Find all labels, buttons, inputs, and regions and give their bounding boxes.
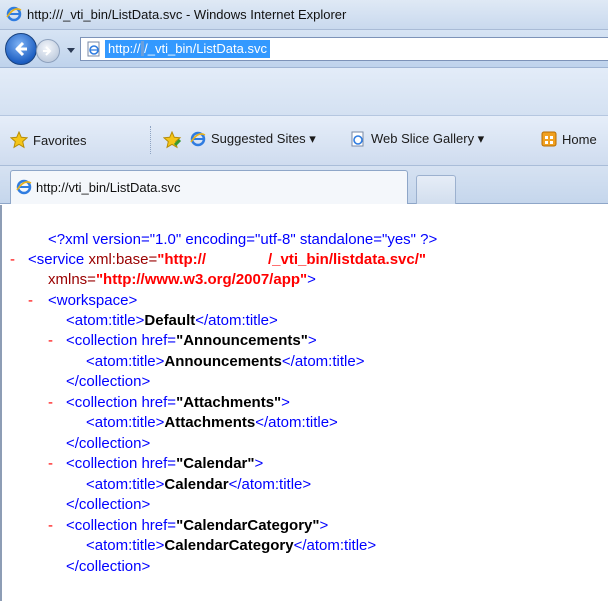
- tab-listdata[interactable]: http:// vti_bin/ListData.svc: [10, 170, 408, 204]
- collection-tag: <collection href=: [66, 393, 177, 411]
- page-icon: [86, 41, 102, 62]
- page-icon: [351, 131, 364, 147]
- collection-title-text: Announcements: [164, 352, 282, 370]
- favorites-bar: Favorites Suggested Sites ▾ Web Slice Ga…: [0, 116, 608, 166]
- xmlns-value: "http://www.w3.org/2007/app": [95, 271, 308, 288]
- collection-href: "Announcements": [176, 332, 308, 349]
- web-slice-gallery-label: Web Slice Gallery ▾: [371, 131, 485, 146]
- recent-pages-dropdown[interactable]: [67, 48, 75, 53]
- tab-title-prefix: http://: [36, 180, 69, 195]
- close-bracket: >: [281, 393, 290, 411]
- close-bracket: >: [319, 516, 329, 534]
- atom-title-open: <atom:title>: [86, 414, 165, 431]
- collection-href: "Calendar": [176, 455, 255, 472]
- service-element: <service xml:base="http:// /_vti_bin/list…: [28, 250, 426, 270]
- collapse-toggle[interactable]: -: [48, 454, 53, 474]
- address-input[interactable]: http:// /_vti_bin/ListData.svc: [105, 40, 270, 58]
- address-bar[interactable]: http:// /_vti_bin/ListData.svc: [80, 37, 608, 61]
- add-favorite-star-icon: [163, 131, 182, 149]
- collection-title: <atom:title>Calendar</atom:title>: [86, 475, 311, 495]
- xml-declaration: <?xml version="1.0" encoding="utf-8" sta…: [48, 231, 438, 248]
- collection-title-text: Attachments: [164, 414, 256, 431]
- atom-title-open: <atom:title>: [86, 475, 165, 493]
- suggested-sites-link[interactable]: Suggested Sites ▾: [190, 131, 316, 147]
- home-link[interactable]: Home: [541, 131, 597, 147]
- close-bracket: >: [254, 455, 264, 472]
- favorites-label: Favorites: [33, 132, 87, 148]
- tab-title-suffix: vti_bin/ListData.svc: [68, 180, 181, 195]
- collection-href: "CalendarCategory": [176, 516, 320, 534]
- window-title-suffix: /_vti_bin/ListData.svc - Windows Interne…: [59, 7, 347, 22]
- home-label: Home: [562, 131, 597, 147]
- collection-close-tag: </collection>: [66, 557, 151, 575]
- workspace-open-tag: <workspace>: [48, 292, 138, 309]
- collection-title: <atom:title>CalendarCategory</atom:title…: [86, 536, 376, 556]
- window-title-prefix: http://: [27, 7, 60, 22]
- favorites-button[interactable]: Favorites: [10, 131, 86, 149]
- separator: [150, 126, 151, 154]
- atom-title-open: <atom:title>: [86, 537, 165, 554]
- web-slice-gallery-link[interactable]: Web Slice Gallery ▾: [350, 131, 484, 147]
- workspace-title-text: Default: [144, 312, 196, 329]
- forward-arrow-icon: [43, 46, 52, 56]
- collection-title: <atom:title>Announcements</atom:title>: [86, 352, 364, 372]
- collection-title-text: CalendarCategory: [164, 537, 294, 554]
- new-tab-button[interactable]: [416, 175, 456, 204]
- suggested-sites-label: Suggested Sites ▾: [211, 131, 316, 146]
- ie-logo-icon: [16, 179, 32, 200]
- tab-title: http:// vti_bin/ListData.svc: [36, 180, 181, 195]
- xml-base-prefix: "http://: [157, 251, 206, 268]
- close-bracket: >: [307, 332, 317, 349]
- forward-button[interactable]: [36, 39, 60, 63]
- workspace-title: <atom:title>Default</atom:title>: [66, 311, 278, 331]
- close-bracket: >: [307, 271, 316, 288]
- atom-title-close: </atom:title>: [228, 475, 312, 493]
- command-bar-area: [0, 68, 608, 116]
- collection-tag: <collection href=: [66, 332, 177, 349]
- collapse-toggle[interactable]: -: [28, 291, 33, 311]
- xml-base-attr: xml:base=: [84, 251, 158, 268]
- home-icon: [541, 131, 557, 147]
- address-suffix: /_vti_bin/ListData.svc: [144, 41, 267, 56]
- collection-close-tag: </collection>: [66, 496, 151, 513]
- xmlns-attr: xmlns=: [48, 271, 96, 288]
- service-tag: <service: [28, 251, 85, 268]
- collection-close-tag: </collection>: [66, 373, 151, 390]
- window-title: http:// /_vti_bin/ListData.svc - Windows…: [27, 7, 346, 22]
- collection-tag: <collection href=: [66, 516, 177, 534]
- navigation-bar: http:// /_vti_bin/ListData.svc: [0, 30, 608, 68]
- back-arrow-icon: [15, 41, 27, 57]
- xml-base-suffix: /_vti_bin/listdata.svc/": [268, 251, 427, 268]
- star-icon: [10, 131, 28, 149]
- add-to-favorites-bar-button[interactable]: [163, 131, 183, 149]
- atom-title-open: <atom:title>: [86, 352, 165, 370]
- collection-close-tag: </collection>: [66, 434, 151, 452]
- collapse-toggle[interactable]: -: [48, 516, 53, 536]
- collection-title-text: Calendar: [164, 475, 229, 493]
- xmlns-line: xmlns="http://www.w3.org/2007/app">: [48, 270, 316, 290]
- collection-title: <atom:title>Attachments</atom:title>: [86, 413, 338, 433]
- address-prefix: http://: [108, 41, 141, 56]
- ie-logo-icon: [6, 6, 22, 27]
- collapse-toggle[interactable]: -: [48, 331, 53, 351]
- atom-title-open: <atom:title>: [66, 312, 145, 329]
- atom-title-close: </atom:title>: [293, 537, 377, 554]
- collection-tag: <collection href=: [66, 455, 177, 472]
- collapse-toggle[interactable]: -: [48, 393, 53, 413]
- collection-open-tag: <collection href="Attachments">: [66, 393, 290, 413]
- window-title-bar: http:// /_vti_bin/ListData.svc - Windows…: [0, 0, 608, 30]
- xml-document-view: <?xml version="1.0" encoding="utf-8" sta…: [0, 205, 608, 601]
- atom-title-close: </atom:title>: [255, 414, 338, 431]
- collection-open-tag: <collection href="Calendar">: [66, 454, 263, 474]
- back-button[interactable]: [5, 33, 37, 65]
- atom-title-close: </atom:title>: [281, 352, 365, 370]
- collection-href: "Attachments": [176, 393, 282, 411]
- collection-open-tag: <collection href="Announcements">: [66, 331, 317, 351]
- atom-title-close: </atom:title>: [195, 312, 278, 329]
- ie-logo-icon: [190, 131, 206, 147]
- tab-strip: http:// vti_bin/ListData.svc: [0, 166, 608, 204]
- collapse-toggle[interactable]: -: [10, 250, 15, 270]
- collection-open-tag: <collection href="CalendarCategory">: [66, 516, 328, 536]
